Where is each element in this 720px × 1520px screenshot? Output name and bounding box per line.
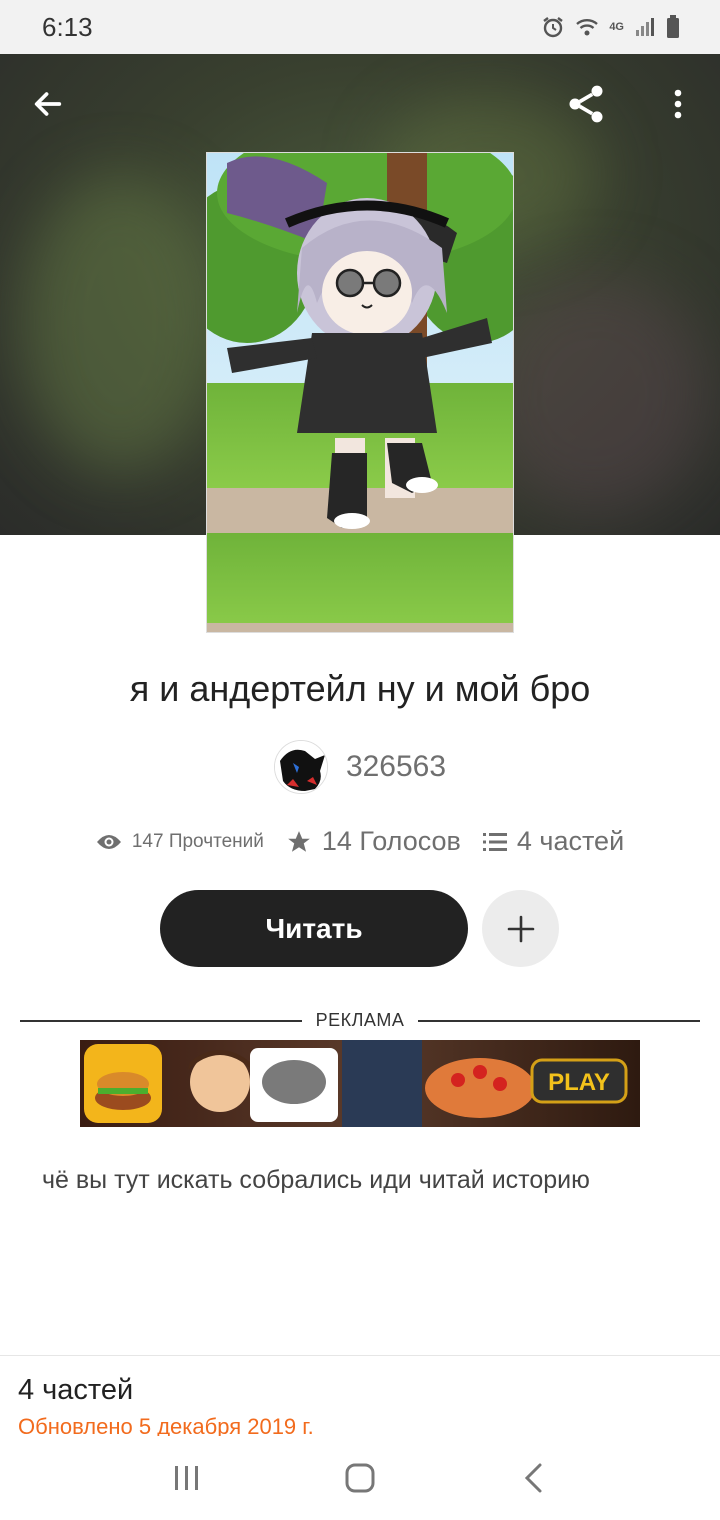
story-description: чё вы тут искать собрались иди читай ист… <box>42 1166 590 1194</box>
home-icon <box>345 1463 375 1493</box>
add-to-library-button[interactable] <box>482 890 559 967</box>
recents-icon <box>174 1466 198 1490</box>
reads-count: 147 Прочтений <box>131 830 264 852</box>
eye-icon <box>96 834 121 849</box>
recents-button[interactable] <box>157 1448 217 1508</box>
plus-icon <box>507 915 534 942</box>
story-cover-image[interactable] <box>206 152 514 633</box>
wifi-icon <box>576 19 599 36</box>
parts-stat: 4 частей <box>482 826 625 857</box>
story-stats: 147 Прочтений 14 Голосов 4 частей <box>0 826 720 857</box>
back-arrow-icon <box>34 92 62 116</box>
ad-banner[interactable]: PLAY <box>80 1040 640 1127</box>
network-type: 4G <box>609 21 624 33</box>
list-icon <box>482 832 507 851</box>
parts-divider <box>0 1355 720 1356</box>
star-icon <box>288 830 310 852</box>
back-button[interactable] <box>22 78 74 130</box>
ad-label-row: РЕКЛАМА <box>20 1010 701 1031</box>
votes-stat: 14 Голосов <box>286 826 461 857</box>
status-icons: 4G <box>541 15 680 39</box>
back-icon <box>525 1463 542 1493</box>
ad-divider-right <box>418 1019 701 1022</box>
author-name[interactable]: 326563 <box>346 750 446 784</box>
more-options-button[interactable] <box>652 78 704 130</box>
ad-play-text[interactable]: PLAY <box>548 1069 610 1096</box>
parts-section-count[interactable]: 4 частей <box>18 1374 133 1407</box>
system-nav-bar <box>0 1436 720 1520</box>
battery-icon <box>667 15 679 38</box>
alarm-icon <box>543 17 564 38</box>
read-button[interactable]: Читать <box>160 890 468 967</box>
share-icon <box>569 85 603 123</box>
votes-count: 14 Голосов <box>321 826 461 856</box>
parts-updated-date: Обновлено 5 декабря 2019 г. <box>18 1414 314 1438</box>
parts-count: 4 частей <box>516 826 625 856</box>
status-time: 6:13 <box>42 11 93 42</box>
ad-divider-left <box>20 1019 302 1022</box>
more-vert-icon <box>674 89 682 119</box>
share-button[interactable] <box>560 78 612 130</box>
status-bar: 6:13 4G <box>0 0 720 54</box>
reads-stat: 147 Прочтений <box>96 831 264 853</box>
signal-icon <box>636 18 654 36</box>
home-button[interactable] <box>330 1448 390 1508</box>
system-back-button[interactable] <box>503 1448 563 1508</box>
author-avatar[interactable] <box>273 740 328 794</box>
author-row[interactable]: 326563 <box>0 740 720 794</box>
story-title: я и андертейл ну и мой бро <box>129 668 591 709</box>
ad-label: РЕКЛАМА <box>315 1010 405 1030</box>
